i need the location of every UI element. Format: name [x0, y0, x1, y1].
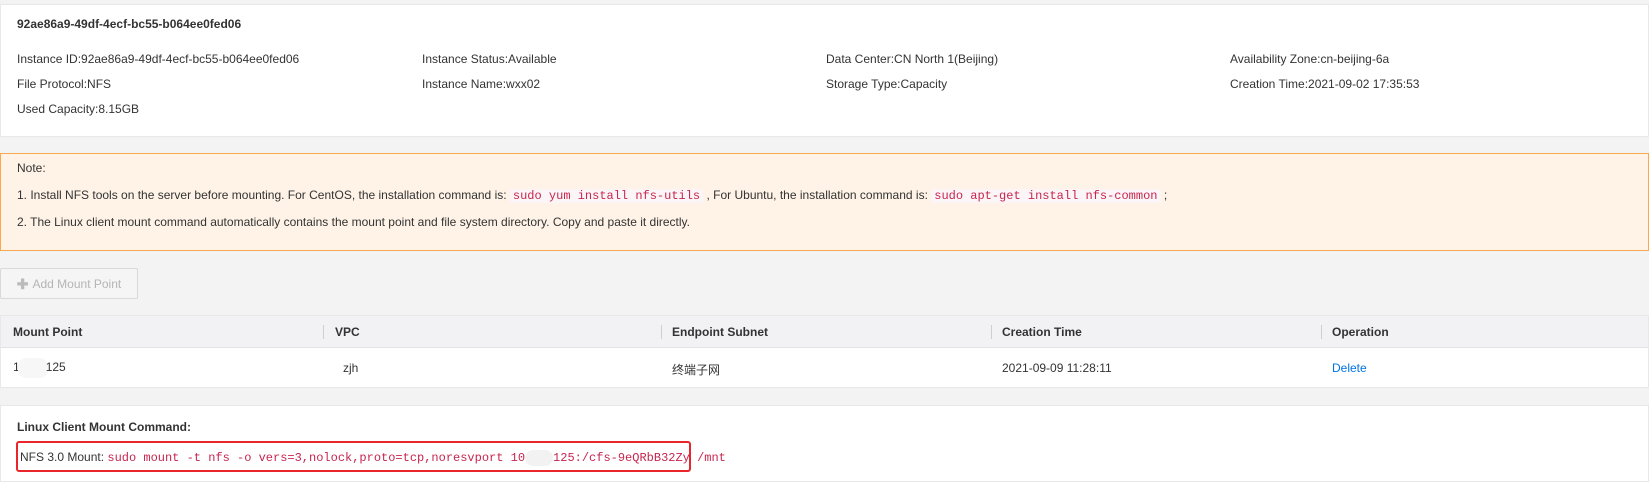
header-endpoint-subnet: Endpoint Subnet — [672, 325, 768, 339]
info-row: Used Capacity:8.15GB — [17, 102, 1647, 127]
info-row: Instance ID:92ae86a9-49df-4ecf-bc55-b064… — [17, 52, 1647, 77]
cell-endpoint-subnet: 终端子网 — [672, 363, 721, 377]
add-mount-point-label: Add Mount Point — [32, 276, 122, 291]
cell-vpc: zjh — [343, 361, 359, 375]
ubuntu-install-command: sudo apt-get install nfs-common — [931, 189, 1161, 203]
note-box: Note: 1. Install NFS tools on the server… — [0, 153, 1649, 251]
header-creation-time: Creation Time — [1002, 325, 1082, 339]
column-separator — [323, 325, 324, 339]
instance-info-card: 92ae86a9-49df-4ecf-bc55-b064ee0fed06 Ins… — [0, 4, 1649, 137]
note-line-2: 2. The Linux client mount command automa… — [17, 215, 691, 229]
mount-command-card: Linux Client Mount Command: NFS 3.0 Moun… — [0, 405, 1649, 482]
delete-link[interactable]: Delete — [1332, 361, 1367, 375]
column-separator — [661, 325, 662, 339]
note-line-1: 1. Install NFS tools on the server befor… — [17, 188, 1167, 203]
mount-command-label: NFS 3.0 Mount: — [20, 450, 108, 465]
plus-icon: ✚ — [16, 275, 29, 292]
file-protocol: File Protocol:NFS — [17, 77, 112, 91]
cell-creation-time: 2021-09-09 11:28:11 — [1002, 361, 1112, 375]
instance-details: Instance ID:92ae86a9-49df-4ecf-bc55-b064… — [17, 52, 1647, 127]
header-vpc: VPC — [335, 325, 360, 339]
instance-title: 92ae86a9-49df-4ecf-bc55-b064ee0fed06 — [17, 17, 242, 31]
storage-type: Storage Type:Capacity — [826, 77, 948, 91]
header-operation: Operation — [1332, 325, 1389, 339]
add-mount-point-button[interactable]: ✚ Add Mount Point — [0, 268, 138, 299]
note-line-1-prefix: 1. Install NFS tools on the server befor… — [17, 188, 510, 202]
instance-name: Instance Name:wxx02 — [422, 77, 541, 91]
mount-command-highlight: NFS 3.0 Mount: sudo mount -t nfs -o vers… — [16, 441, 726, 472]
centos-install-command: sudo yum install nfs-utils — [509, 189, 704, 203]
table-header: Mount Point VPC Endpoint Subnet Creation… — [1, 316, 1648, 348]
mount-command-heading: Linux Client Mount Command: — [17, 420, 191, 434]
availability-zone: Availability Zone:cn-beijing-6a — [1230, 52, 1390, 66]
mount-command-start[interactable]: sudo mount -t nfs -o vers=3,nolock,proto… — [107, 451, 525, 465]
column-separator — [1321, 325, 1322, 339]
cell-mount-point: 1 125 — [13, 358, 66, 378]
used-capacity: Used Capacity:8.15GB — [17, 102, 140, 116]
redaction-mask — [525, 450, 554, 466]
note-line-1-suffix: ; — [1160, 188, 1168, 202]
mount-command-end[interactable]: 125:/cfs-9eQRbB32Zy /mnt — [553, 451, 726, 465]
creation-time: Creation Time:2021-09-02 17:35:53 — [1230, 77, 1420, 91]
redaction-mask — [17, 358, 48, 378]
mount-point-end: 125 — [45, 360, 66, 375]
mount-command-line: NFS 3.0 Mount: sudo mount -t nfs -o vers… — [20, 450, 726, 466]
mount-point-table: Mount Point VPC Endpoint Subnet Creation… — [0, 315, 1649, 388]
instance-status: Instance Status:Available — [422, 52, 557, 66]
column-separator — [991, 325, 992, 339]
data-center: Data Center:CN North 1(Beijing) — [826, 52, 999, 66]
note-line-1-mid: , For Ubuntu, the installation command i… — [703, 188, 932, 202]
header-mount-point: Mount Point — [13, 325, 83, 339]
info-row: File Protocol:NFS Instance Name:wxx02 St… — [17, 77, 1647, 102]
instance-id: Instance ID:92ae86a9-49df-4ecf-bc55-b064… — [17, 52, 300, 66]
table-row: 1 125 zjh 终端子网 2021-09-09 11:28:11 Delete — [1, 348, 1648, 388]
note-heading: Note: — [17, 161, 46, 175]
